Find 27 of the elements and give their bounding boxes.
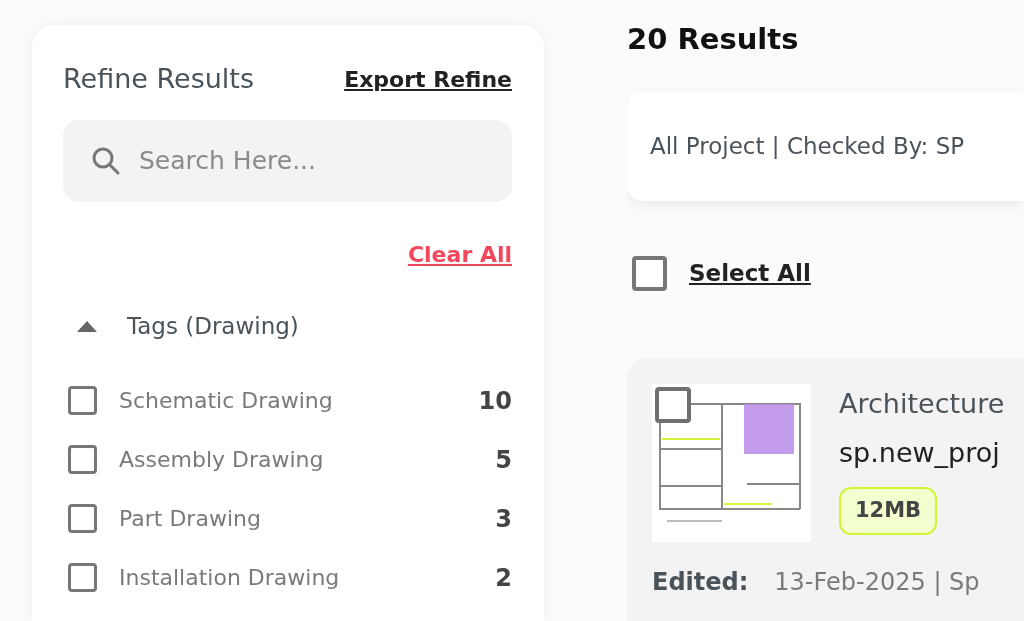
- option-count: 2: [495, 562, 512, 594]
- checkbox[interactable]: [68, 563, 97, 592]
- option-count: 10: [478, 385, 512, 417]
- option-label: Part Drawing: [119, 505, 262, 533]
- option-count: 5: [495, 444, 512, 476]
- search-field[interactable]: Search Here...: [63, 119, 512, 202]
- select-all-link[interactable]: Select All: [689, 256, 811, 291]
- option-label: Assembly Drawing: [119, 446, 325, 474]
- edited-value: 13-Feb-2025 | Sp: [774, 567, 980, 598]
- option-count: 3: [495, 503, 512, 535]
- option-label: Installation Drawing: [119, 564, 341, 592]
- option-label: Schematic Drawing: [119, 387, 334, 415]
- item-checkbox[interactable]: [655, 387, 691, 423]
- clear-all-link[interactable]: Clear All: [407, 237, 512, 271]
- panel-title: Refine Results: [63, 62, 254, 96]
- results-heading: 20 Results: [627, 25, 800, 54]
- result-title: Architecture: [839, 387, 1005, 421]
- select-all-checkbox[interactable]: [632, 256, 667, 291]
- checkbox[interactable]: [68, 445, 97, 474]
- file-size-badge: 12MB: [839, 487, 938, 535]
- file-name: sp.new_proj: [839, 435, 1001, 470]
- filter-group-title[interactable]: Tags (Drawing): [127, 308, 299, 343]
- filter-summary-text: All Project | Checked By: SP: [650, 131, 965, 161]
- checkbox[interactable]: [68, 504, 97, 533]
- export-refine-link[interactable]: Export Refine: [344, 62, 512, 96]
- edited-label: Edited:: [652, 567, 749, 598]
- checkbox[interactable]: [68, 386, 97, 415]
